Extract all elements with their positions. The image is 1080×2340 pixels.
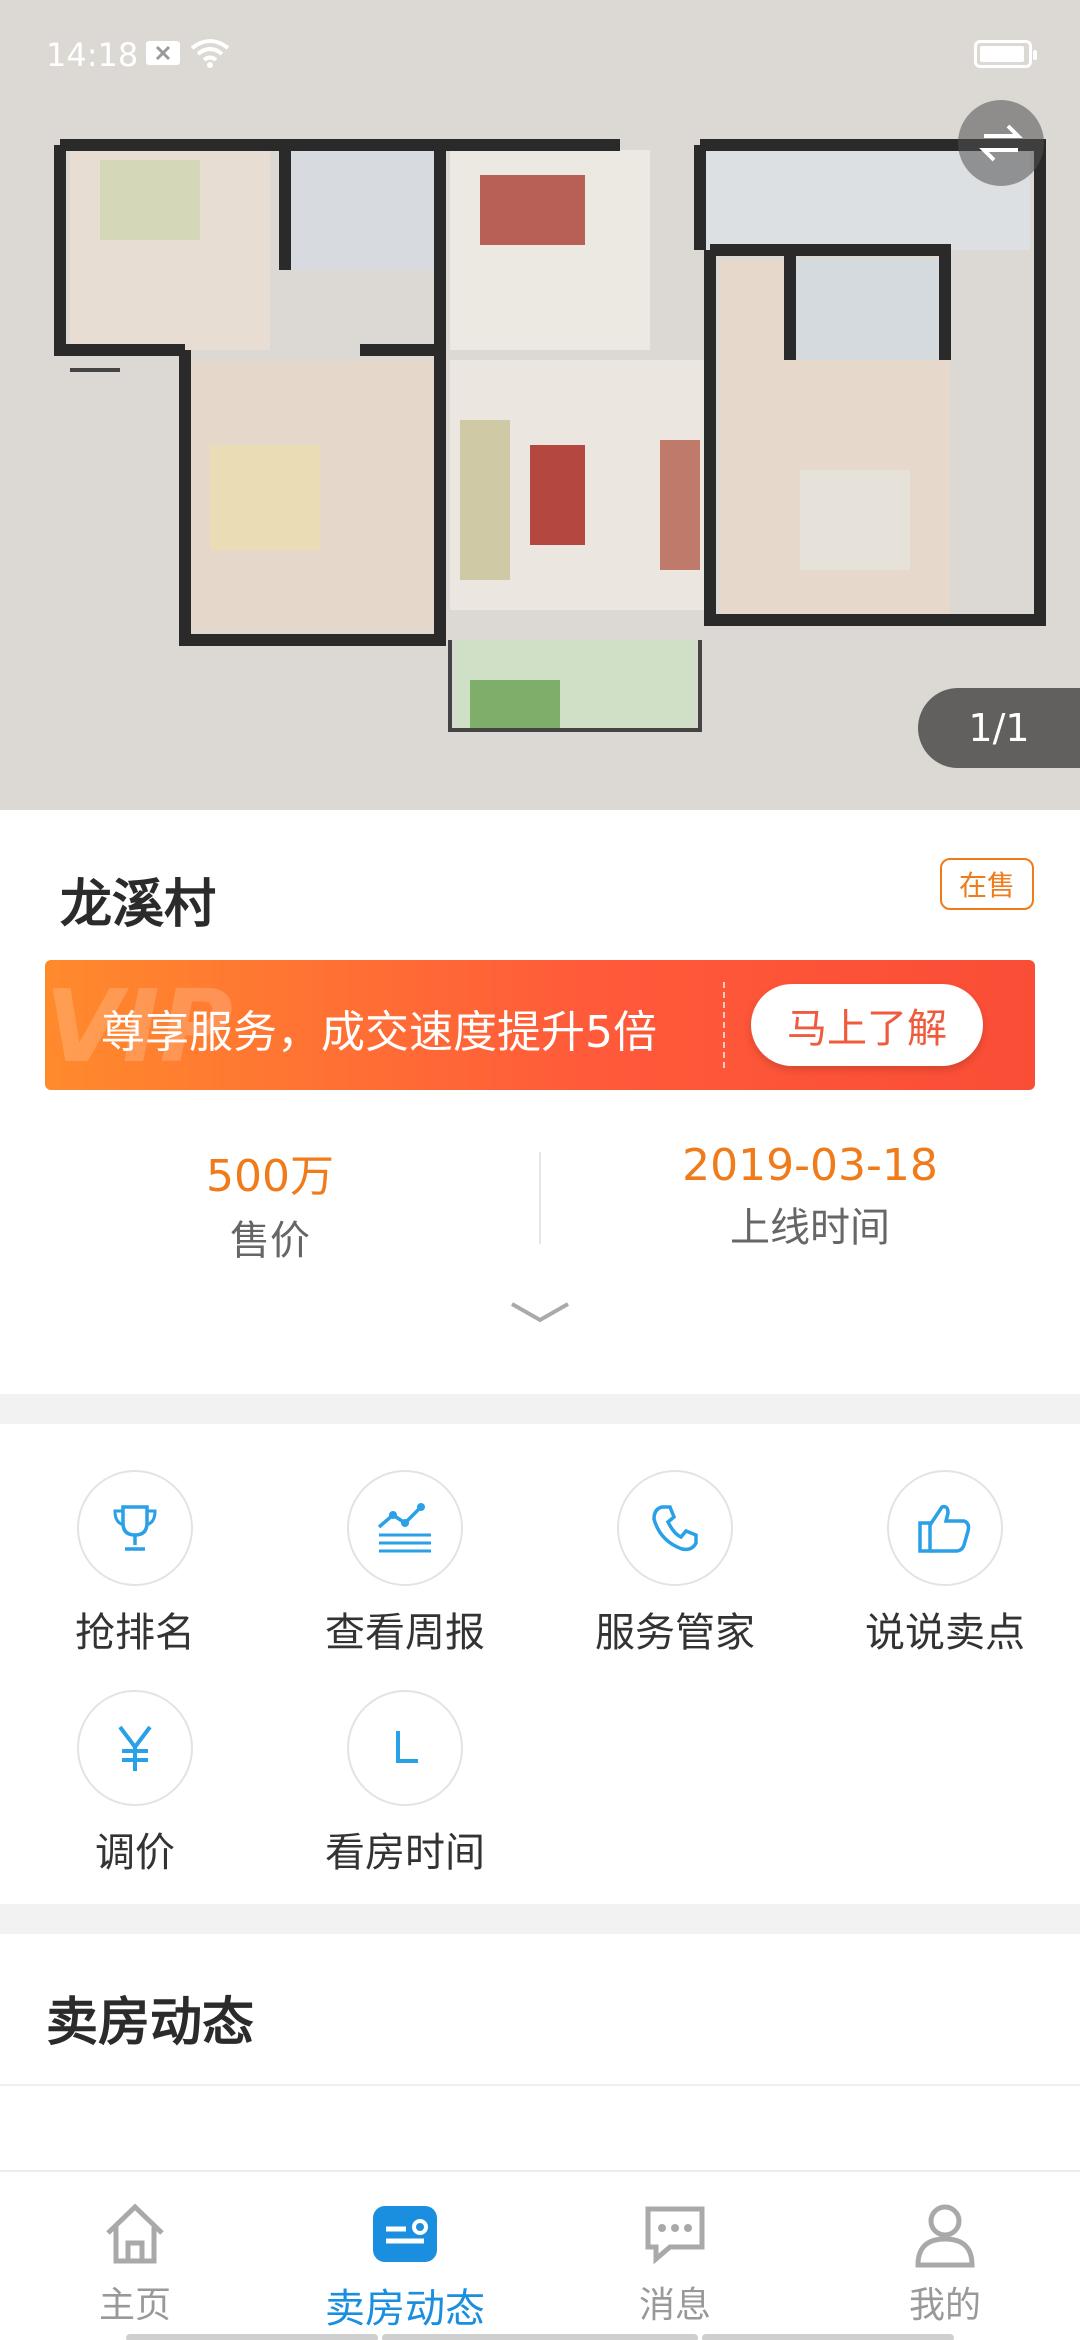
nav-label: 主页 (98, 2285, 171, 2326)
vip-banner[interactable]: VIP 尊享服务，成交速度提升5倍 马上了解 (45, 960, 1035, 1090)
listing-info: 龙溪村 在售 VIP 尊享服务，成交速度提升5倍 马上了解 500万 售价 20… (0, 810, 1080, 1394)
price-stat: 500万 售价 (0, 1140, 540, 1266)
notification-icon (146, 41, 180, 65)
vip-banner-text: 尊享服务，成交速度提升5倍 (101, 1007, 657, 1058)
message-icon (645, 2206, 705, 2265)
home-icon (106, 2203, 164, 2264)
tool-service-manager[interactable]: 服务管家 (540, 1470, 810, 1658)
gesture-bar (702, 2334, 954, 2340)
tool-label: 查看周报 (325, 1610, 485, 1656)
trend-chart-icon (377, 1503, 431, 1553)
nav-label: 卖房动态 (325, 2286, 485, 2332)
nav-sell-dynamics[interactable]: 卖房动态 (270, 2196, 540, 2334)
listing-title: 龙溪村 (60, 875, 217, 935)
bottom-nav: 主页 卖房动态 消息 我的 (0, 2170, 1080, 2340)
tools-grid: 抢排名 查看周报 服务管家 说说卖点 调价 看房时间 (0, 1424, 1080, 1904)
status-badge: 在售 (940, 858, 1034, 910)
tool-label: 抢排名 (75, 1610, 195, 1656)
tool-label: 调价 (95, 1830, 175, 1876)
online-date-label: 上线时间 (730, 1205, 890, 1251)
price-label: 售价 (230, 1218, 310, 1264)
section-title: 卖房动态 (46, 1993, 255, 2053)
divider (0, 2084, 1080, 2086)
nav-mine[interactable]: 我的 (810, 2196, 1080, 2328)
user-icon (915, 2204, 975, 2268)
phone-icon (652, 1505, 698, 1552)
gesture-bar (126, 2334, 378, 2340)
trophy-icon (113, 1505, 157, 1551)
tool-selling-points[interactable]: 说说卖点 (810, 1470, 1080, 1658)
learn-more-button[interactable]: 马上了解 (751, 984, 983, 1066)
vip-divider (723, 982, 725, 1068)
gesture-bar (382, 2334, 698, 2340)
section-gap (0, 1904, 1080, 1934)
tool-rank[interactable]: 抢排名 (0, 1470, 270, 1658)
tool-label: 说说卖点 (865, 1610, 1025, 1656)
chevron-down-icon (511, 1302, 569, 1323)
wifi-icon (190, 39, 230, 68)
tool-weekly-report[interactable]: 查看周报 (270, 1470, 540, 1658)
battery-icon (974, 40, 1037, 68)
status-icons (146, 38, 230, 68)
swap-arrows-icon (979, 124, 1023, 162)
tool-label: 服务管家 (595, 1610, 755, 1656)
thumbs-up-icon (918, 1504, 971, 1553)
floor-plan-image[interactable]: 14:18 1/1 (0, 0, 1080, 810)
expand-button[interactable] (510, 1298, 570, 1332)
status-time: 14:18 (46, 36, 139, 74)
floor-plan-drawing (0, 0, 1080, 810)
price-value: 500万 (206, 1151, 334, 1202)
nav-label: 消息 (638, 2285, 711, 2326)
sell-dynamics-icon (373, 2206, 437, 2262)
tool-adjust-price[interactable]: 调价 (0, 1690, 270, 1878)
status-bar: 14:18 (0, 0, 1080, 110)
swap-button[interactable] (958, 100, 1044, 186)
tool-viewing-time[interactable]: 看房时间 (270, 1690, 540, 1878)
sell-dynamics-section: 卖房动态 (0, 1934, 1080, 2170)
section-gap (0, 1394, 1080, 1424)
tool-label: 看房时间 (325, 1830, 485, 1876)
clock-icon (396, 1731, 418, 1763)
nav-messages[interactable]: 消息 (540, 2196, 810, 2328)
yuan-icon (118, 1725, 152, 1771)
nav-home[interactable]: 主页 (0, 2196, 270, 2328)
image-counter: 1/1 (918, 688, 1080, 768)
online-date-value: 2019-03-18 (682, 1140, 938, 1191)
nav-label: 我的 (908, 2285, 981, 2326)
online-date-stat: 2019-03-18 上线时间 (540, 1140, 1080, 1253)
